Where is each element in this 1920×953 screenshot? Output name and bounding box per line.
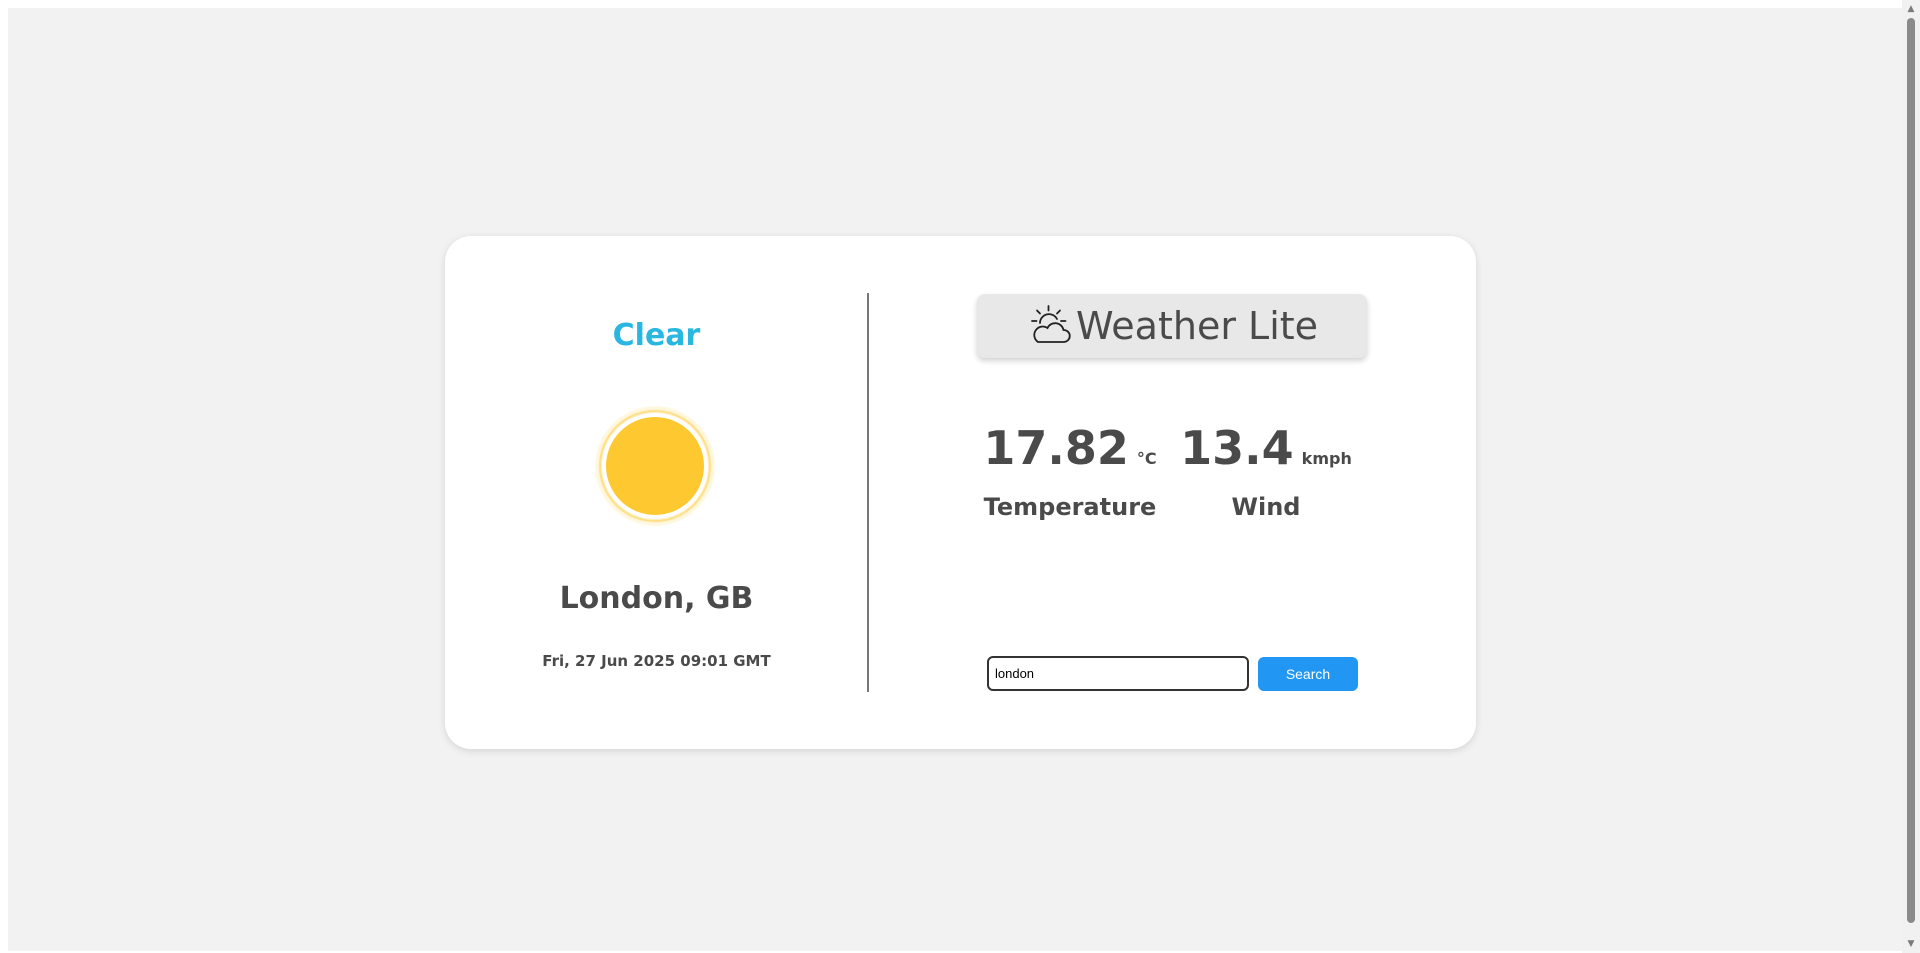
city-search-input[interactable] — [987, 656, 1249, 691]
page-background: Clear London, GB Fri, 27 Jun 2025 09:01 … — [8, 8, 1902, 951]
temperature-stat: 17.82 °C Temperature — [975, 421, 1165, 521]
sun-core — [602, 413, 708, 519]
scroll-down-arrow-icon[interactable]: ▼ — [1902, 935, 1920, 953]
scroll-up-arrow-icon[interactable]: ▲ — [1902, 0, 1920, 18]
temperature-value: 17.82 — [983, 421, 1129, 475]
search-button[interactable]: Search — [1258, 657, 1358, 691]
sun-icon — [595, 406, 715, 526]
vertical-scrollbar[interactable]: ▲ ▼ — [1902, 0, 1920, 953]
temperature-label: Temperature — [983, 493, 1157, 521]
wind-value: 13.4 — [1180, 421, 1294, 475]
panel-divider — [867, 293, 869, 692]
current-conditions-panel: Clear London, GB Fri, 27 Jun 2025 09:01 … — [445, 236, 868, 749]
app-brand: Weather Lite — [977, 294, 1367, 358]
wind-stat: 13.4 kmph Wind — [1171, 421, 1361, 521]
sun-behind-cloud-icon — [1031, 305, 1071, 343]
wind-label: Wind — [1231, 493, 1301, 521]
location-label: London, GB — [559, 581, 754, 616]
scrollbar-thumb[interactable] — [1907, 18, 1915, 923]
datetime-label: Fri, 27 Jun 2025 09:01 GMT — [542, 652, 771, 670]
weather-card: Clear London, GB Fri, 27 Jun 2025 09:01 … — [445, 236, 1476, 749]
wind-unit: kmph — [1301, 449, 1352, 468]
temperature-unit: °C — [1136, 449, 1157, 468]
condition-label: Clear — [612, 318, 701, 353]
app-title: Weather Lite — [1075, 304, 1319, 348]
